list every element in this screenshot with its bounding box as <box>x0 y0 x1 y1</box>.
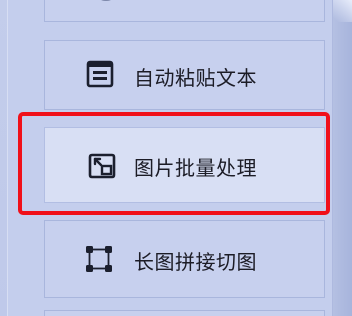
menu-item-auto-paste-text[interactable]: 自动粘贴文本 <box>44 40 325 110</box>
image-batch-icon <box>87 151 117 181</box>
crop-corners-icon <box>84 244 114 274</box>
menu-item-label: 长图拼接切图 <box>134 250 257 274</box>
tool-menu-panel: 自动粘贴文本 图片批量处理 长图拼接切图 <box>7 0 333 316</box>
menu-item-label: 图片批量处理 <box>134 156 257 180</box>
text-window-icon <box>85 59 115 89</box>
menu-item-partial-bottom[interactable] <box>44 310 325 316</box>
menu-item-image-batch-processing[interactable]: 图片批量处理 <box>44 127 325 203</box>
menu-item-label: 自动粘贴文本 <box>134 66 257 90</box>
menu-item-partial-top[interactable] <box>44 0 325 22</box>
partial-icon <box>97 0 115 1</box>
menu-item-long-image-stitch-cut[interactable]: 长图拼接切图 <box>44 220 325 298</box>
